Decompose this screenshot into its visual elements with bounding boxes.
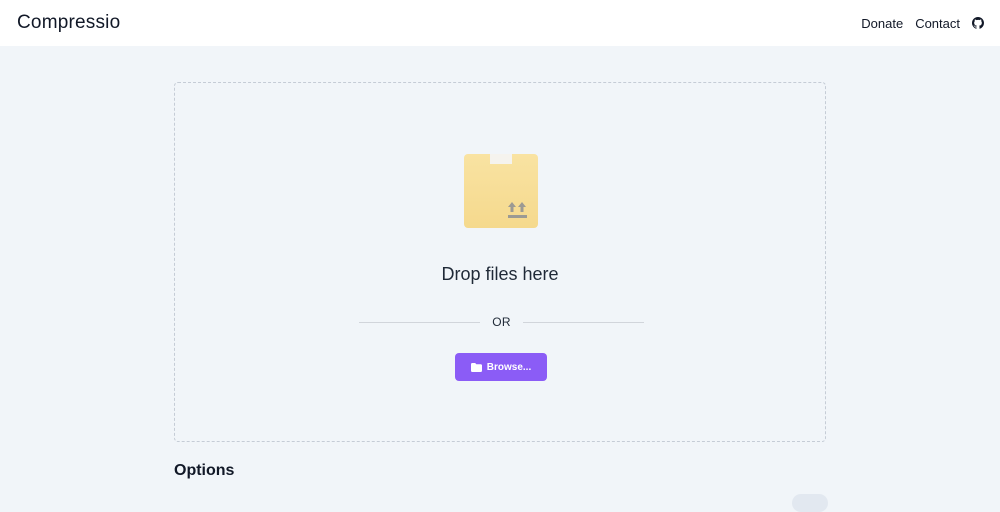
drop-files-label: Drop files here bbox=[441, 264, 559, 284]
divider-line-right bbox=[522, 321, 645, 323]
top-bar: Compressio Donate Contact bbox=[0, 0, 1000, 46]
options-heading: Options bbox=[174, 462, 235, 479]
divider-line-left bbox=[359, 321, 481, 323]
box-upload-icon bbox=[464, 154, 538, 228]
folder-icon bbox=[470, 362, 482, 372]
browse-button-label: Browse... bbox=[486, 361, 532, 373]
nav-contact-link[interactable]: Contact bbox=[915, 16, 960, 31]
top-nav: Donate Contact bbox=[861, 16, 984, 31]
or-separator: OR bbox=[359, 312, 645, 332]
github-icon[interactable] bbox=[972, 17, 984, 29]
option-toggle[interactable] bbox=[792, 494, 828, 512]
file-drop-zone[interactable]: Drop files here OR Browse... bbox=[174, 82, 826, 442]
or-label: OR bbox=[492, 315, 511, 329]
browse-button[interactable]: Browse... bbox=[455, 353, 547, 381]
nav-donate-link[interactable]: Donate bbox=[861, 16, 903, 31]
brand-logo[interactable]: Compressio bbox=[17, 12, 120, 34]
